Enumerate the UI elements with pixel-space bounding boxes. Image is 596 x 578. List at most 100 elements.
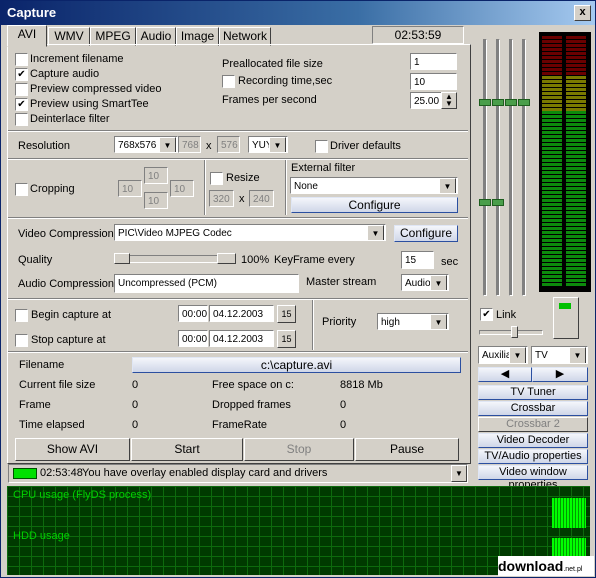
- driver-defaults-checkbox[interactable]: [315, 140, 328, 153]
- chevron-down-icon[interactable]: ▼: [509, 347, 526, 363]
- slider-thumb[interactable]: [518, 99, 530, 106]
- stop-date-input[interactable]: 04.12.2003: [209, 330, 274, 347]
- crop-top: 10: [144, 167, 168, 184]
- frame-value: 0: [132, 399, 139, 411]
- slider-thumb[interactable]: [479, 99, 491, 106]
- video-compression-select[interactable]: PIC\Video MJPEG Codec ▼: [114, 224, 386, 241]
- tv-tuner-button[interactable]: TV Tuner: [478, 385, 588, 400]
- next-arrow-icon[interactable]: ▶: [532, 367, 588, 382]
- divider: [8, 351, 468, 353]
- file-size-value: 0: [132, 379, 139, 391]
- quality-slider-left-arrow[interactable]: [114, 253, 130, 264]
- crossbar-button[interactable]: Crossbar: [478, 401, 588, 416]
- begin-date-input[interactable]: 04.12.2003: [209, 305, 274, 322]
- chevron-down-icon[interactable]: ▼: [451, 465, 467, 482]
- external-filter-value: None: [294, 181, 318, 192]
- window-title: Capture: [7, 5, 57, 20]
- priority-select[interactable]: high ▼: [377, 313, 449, 330]
- chevron-down-icon[interactable]: ▼: [569, 347, 586, 363]
- resolution-value: 768x576: [118, 140, 157, 151]
- slider-thumb[interactable]: [492, 199, 504, 206]
- slider-thumb[interactable]: [492, 99, 504, 106]
- divider: [8, 298, 468, 300]
- master-stream-label: Master stream: [306, 276, 377, 288]
- keyframe-input[interactable]: 15: [401, 251, 434, 269]
- input-source-select[interactable]: Auxiliary ▼: [478, 346, 528, 364]
- external-filter-label: External filter: [291, 162, 356, 174]
- stop-time-input[interactable]: 00:00: [178, 330, 208, 347]
- format-select[interactable]: YUY2 ▼: [248, 136, 288, 153]
- crop-right: 10: [170, 180, 194, 197]
- external-filter-select[interactable]: None ▼: [290, 177, 458, 194]
- previous-arrow-icon[interactable]: ◀: [478, 367, 532, 382]
- link-checkbox[interactable]: ✔: [480, 308, 493, 321]
- video-configure-button[interactable]: Configure: [394, 225, 458, 242]
- crop-left: 10: [118, 180, 142, 197]
- slider-thumb[interactable]: [479, 199, 491, 206]
- priority-label: Priority: [322, 316, 357, 328]
- slider-thumb[interactable]: [505, 99, 517, 106]
- divider: [8, 217, 468, 219]
- recording-time-input[interactable]: 10: [410, 73, 457, 90]
- divider: [285, 160, 287, 215]
- chevron-down-icon[interactable]: ▼: [430, 275, 447, 290]
- watermark-logo: download.net.pl: [498, 556, 594, 576]
- audio-compression-label: Audio Compression: [18, 278, 114, 290]
- fps-spin-icon[interactable]: ▲ ▼: [441, 92, 457, 109]
- begin-capture-checkbox[interactable]: [15, 309, 28, 322]
- master-stream-value: Audio: [405, 278, 431, 289]
- stop-button[interactable]: Stop: [244, 438, 354, 461]
- resolution-select[interactable]: 768x576 ▼: [114, 136, 178, 153]
- link-label: Link: [496, 309, 517, 321]
- resolution-label: Resolution: [18, 140, 70, 152]
- prealloc-input[interactable]: 1: [410, 53, 457, 70]
- external-configure-button[interactable]: Configure: [291, 197, 458, 213]
- calendar-icon[interactable]: 15: [277, 330, 296, 348]
- file-size-label: Current file size: [19, 379, 96, 391]
- master-stream-select[interactable]: Audio ▼: [401, 274, 449, 291]
- resize-width: 320: [209, 190, 234, 207]
- chevron-down-icon[interactable]: ▼: [439, 178, 456, 193]
- filename-button[interactable]: c:\capture.avi: [132, 357, 461, 373]
- free-space-value: 8818 Mb: [340, 379, 383, 391]
- begin-time-input[interactable]: 00:00: [178, 305, 208, 322]
- driver-defaults-label: Driver defaults: [330, 140, 401, 152]
- cropping-checkbox[interactable]: [15, 183, 28, 196]
- capture-audio-label: Capture audio: [30, 68, 100, 80]
- video-window-properties-button[interactable]: Video window properties: [478, 465, 588, 491]
- mute-toggle[interactable]: [553, 297, 579, 339]
- chevron-down-icon[interactable]: ▼: [159, 137, 176, 152]
- capture-audio-checkbox[interactable]: ✔: [15, 68, 28, 81]
- increment-filename-checkbox[interactable]: [15, 53, 28, 66]
- pause-button[interactable]: Pause: [355, 438, 459, 461]
- tab-avi[interactable]: AVI: [7, 25, 47, 47]
- tv-audio-properties-button[interactable]: TV/Audio properties: [478, 449, 588, 464]
- preview-smarttee-checkbox[interactable]: ✔: [15, 98, 28, 111]
- audio-compression-field[interactable]: Uncompressed (PCM): [114, 274, 299, 293]
- calendar-icon[interactable]: 15: [277, 305, 296, 323]
- preview-compressed-label: Preview compressed video: [30, 83, 162, 95]
- video-compression-label: Video Compression: [18, 228, 114, 240]
- preview-compressed-checkbox[interactable]: [15, 83, 28, 96]
- start-button[interactable]: Start: [131, 438, 243, 461]
- tv-select[interactable]: TV ▼: [531, 346, 588, 364]
- video-decoder-button[interactable]: Video Decoder: [478, 433, 588, 448]
- crossbar2-button[interactable]: Crossbar 2: [478, 417, 588, 432]
- balance-thumb[interactable]: [511, 326, 518, 338]
- show-avi-button[interactable]: Show AVI: [15, 438, 130, 461]
- chevron-down-icon[interactable]: ▼: [269, 137, 286, 152]
- prealloc-label: Preallocated file size: [222, 58, 323, 70]
- deinterlace-checkbox[interactable]: [15, 113, 28, 126]
- resize-checkbox[interactable]: [210, 172, 223, 185]
- chevron-down-icon[interactable]: ▼: [430, 314, 447, 329]
- audio-level-meter: [539, 32, 591, 292]
- fps-input[interactable]: 25.00: [410, 92, 442, 109]
- stop-capture-label: Stop capture at: [31, 334, 106, 346]
- quality-slider-thumb[interactable]: [217, 253, 236, 264]
- title-bar[interactable]: Capture x: [1, 1, 595, 25]
- increment-filename-label: Increment filename: [30, 53, 124, 65]
- close-button[interactable]: x: [574, 5, 591, 21]
- stop-capture-checkbox[interactable]: [15, 334, 28, 347]
- recording-time-checkbox[interactable]: [222, 75, 235, 88]
- chevron-down-icon[interactable]: ▼: [367, 225, 384, 240]
